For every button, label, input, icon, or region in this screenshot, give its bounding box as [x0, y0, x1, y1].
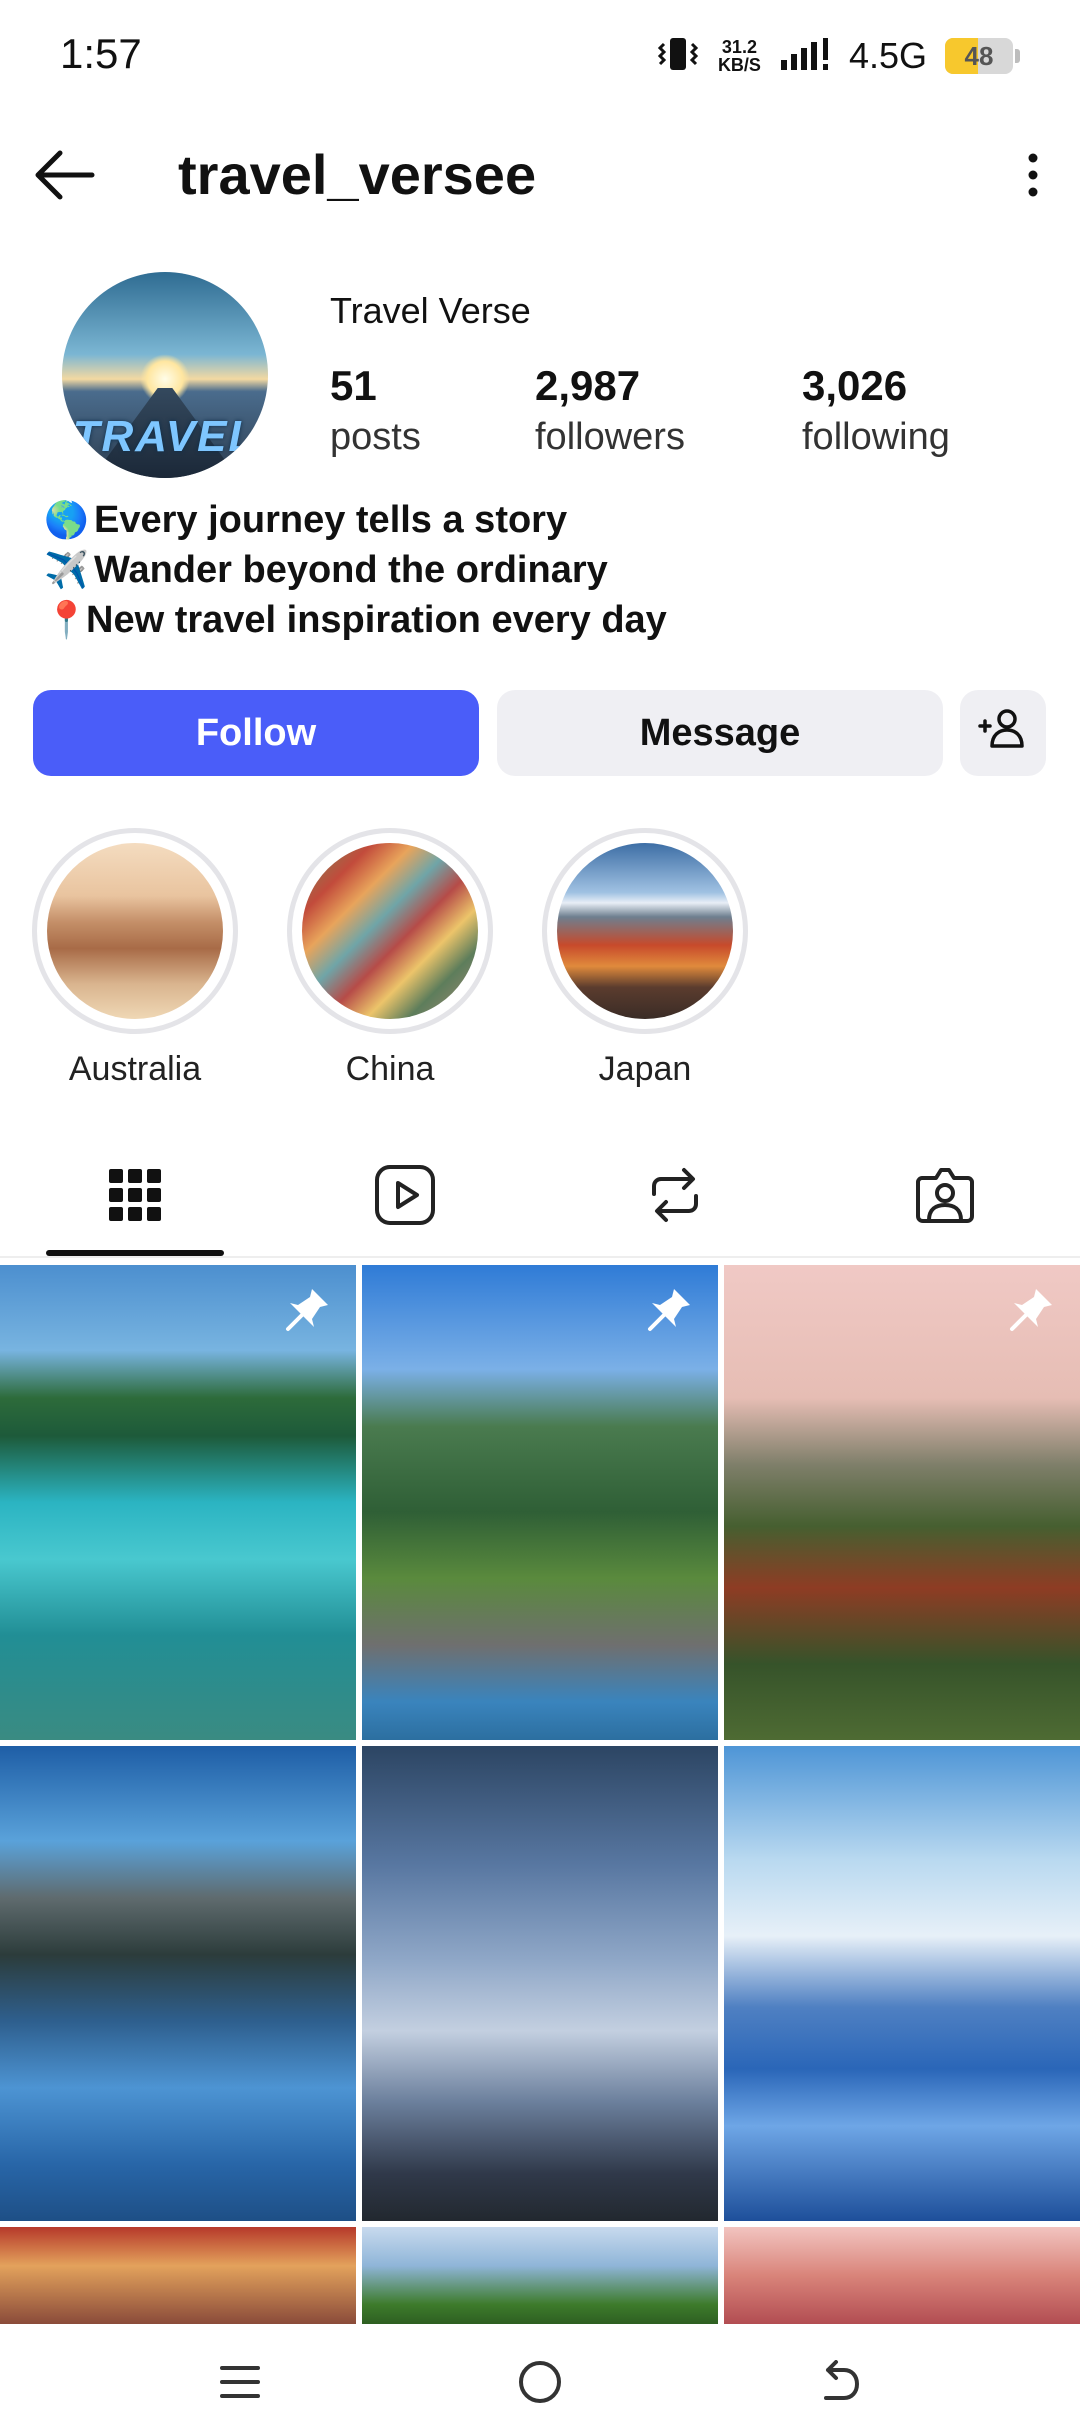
- tagged-icon: [914, 1164, 976, 1231]
- post-tile[interactable]: [0, 2227, 356, 2324]
- network-type: 4.5G: [848, 35, 927, 76]
- network-speed: 31.2 KB/S: [717, 37, 761, 75]
- highlight-japan[interactable]: Japan: [542, 828, 748, 1089]
- followers-stat[interactable]: 2,987 followers: [535, 362, 685, 459]
- pinned-icon: [1006, 1285, 1056, 1335]
- more-options-button[interactable]: [1008, 142, 1058, 208]
- status-icons: 31.2 KB/S 4.5G 48: [656, 30, 1020, 82]
- pinned-icon: [282, 1285, 332, 1335]
- highlight-cover: [302, 843, 478, 1019]
- tab-reposts[interactable]: [620, 1160, 730, 1234]
- airplane-icon: ✈️: [44, 549, 89, 590]
- globe-icon: 🌎: [44, 499, 89, 540]
- highlight-cover: [47, 843, 223, 1019]
- status-bar: 1:57 31.2 KB/S 4.5G 48: [0, 0, 1080, 110]
- post-tile[interactable]: [724, 1746, 1080, 2221]
- reposts-icon: [646, 1164, 704, 1231]
- following-stat[interactable]: 3,026 following: [802, 362, 950, 459]
- back-nav-button[interactable]: [806, 2352, 870, 2416]
- menu-icon: [218, 2362, 262, 2407]
- pin-icon: 📍: [44, 599, 89, 640]
- system-nav-bar: [0, 2324, 1080, 2436]
- battery-level: 48: [964, 40, 994, 71]
- back-arrow-icon: [814, 2359, 862, 2409]
- bio-line: ✈️ Wander beyond the ordinary: [44, 545, 667, 595]
- post-tile[interactable]: [0, 1746, 356, 2221]
- tab-reels[interactable]: [350, 1160, 460, 1234]
- profile-header: travel_versee: [0, 120, 1080, 230]
- post-tile[interactable]: [362, 1265, 718, 1740]
- suggested-users-button[interactable]: [960, 690, 1046, 776]
- reels-icon: [374, 1164, 436, 1231]
- page-title: travel_versee: [178, 143, 537, 206]
- post-tile[interactable]: [0, 1265, 356, 1740]
- home-circle-icon: [516, 2358, 564, 2411]
- tab-posts-grid[interactable]: [80, 1160, 190, 1234]
- add-user-icon: [977, 706, 1029, 760]
- post-tile[interactable]: [724, 2227, 1080, 2324]
- profile-tabs: [0, 1140, 1080, 1258]
- post-tile[interactable]: [724, 1265, 1080, 1740]
- pinned-icon: [644, 1285, 694, 1335]
- tab-selected-indicator: [46, 1250, 224, 1256]
- more-vertical-icon: [1008, 153, 1058, 212]
- vibrate-icon: [656, 34, 700, 79]
- signal-icon: [779, 36, 831, 77]
- home-button[interactable]: [508, 2352, 572, 2416]
- status-time: 1:57: [60, 30, 142, 77]
- recent-apps-button[interactable]: [208, 2352, 272, 2416]
- post-tile[interactable]: [362, 2227, 718, 2324]
- back-button[interactable]: [30, 142, 100, 208]
- grid-icon: [107, 1167, 163, 1228]
- avatar[interactable]: TRAVEL: [62, 272, 268, 478]
- highlight-australia[interactable]: Australia: [32, 828, 238, 1089]
- arrow-left-icon: [30, 150, 100, 212]
- posts-stat[interactable]: 51 posts: [330, 362, 421, 459]
- bio-line: 📍 New travel inspiration every day: [44, 595, 667, 645]
- battery-icon: 48: [945, 38, 1013, 74]
- follow-button[interactable]: Follow: [33, 690, 479, 776]
- post-tile[interactable]: [362, 1746, 718, 2221]
- display-name: Travel Verse: [330, 290, 531, 331]
- avatar-logo-text: TRAVEL: [72, 412, 258, 461]
- message-button[interactable]: Message: [497, 690, 943, 776]
- highlight-china[interactable]: China: [287, 828, 493, 1089]
- bio-line: 🌎 Every journey tells a story: [44, 495, 667, 545]
- bio: 🌎 Every journey tells a story ✈️ Wander …: [44, 495, 667, 645]
- tab-tagged[interactable]: [890, 1160, 1000, 1234]
- highlight-cover: [557, 843, 733, 1019]
